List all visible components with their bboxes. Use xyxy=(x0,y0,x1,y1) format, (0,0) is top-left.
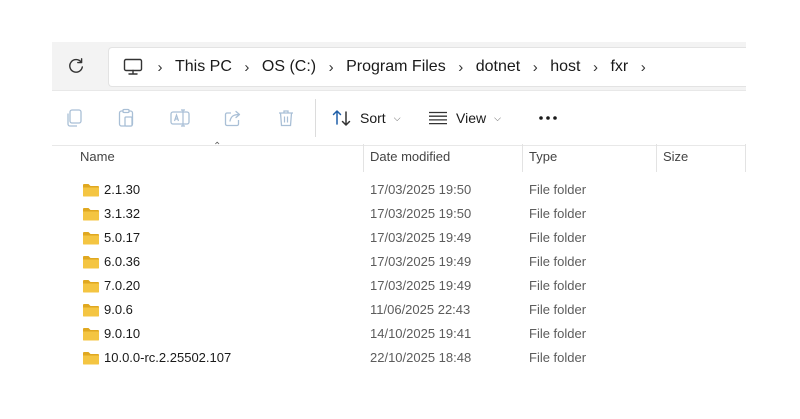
computer-icon[interactable] xyxy=(123,57,145,77)
address-region: › This PC › OS (C:) › Program Files › do… xyxy=(52,42,746,90)
file-date: 14/10/2025 19:41 xyxy=(370,326,472,341)
chevron-down-icon: ⌵ xyxy=(393,112,401,123)
file-name: 9.0.10 xyxy=(104,326,141,341)
file-type: File folder xyxy=(529,326,587,341)
file-list: 2.1.30 17/03/2025 19:50 File folder 3.1.… xyxy=(52,178,746,370)
folder-icon xyxy=(82,207,100,221)
sort-icon xyxy=(332,109,352,127)
file-date: 17/03/2025 19:50 xyxy=(370,182,472,197)
breadcrumb-item-fxr[interactable]: fxr xyxy=(610,58,628,76)
file-name: 5.0.17 xyxy=(104,230,141,245)
file-name: 6.0.36 xyxy=(104,254,141,269)
file-type: File folder xyxy=(529,350,587,365)
view-label: View xyxy=(456,110,487,126)
folder-icon xyxy=(82,351,100,365)
folder-icon xyxy=(82,303,100,317)
column-header-date-modified[interactable]: Date modified xyxy=(370,144,450,172)
file-date: 17/03/2025 19:49 xyxy=(370,230,472,245)
file-row[interactable]: 2.1.30 17/03/2025 19:50 File folder xyxy=(52,178,746,202)
file-name: 9.0.6 xyxy=(104,302,133,317)
folder-icon xyxy=(82,279,100,293)
folder-icon xyxy=(82,255,100,269)
toolbar-divider xyxy=(315,99,316,137)
file-type: File folder xyxy=(529,278,587,293)
breadcrumb-item-dotnet[interactable]: dotnet xyxy=(476,58,520,76)
file-name: 10.0.0-rc.2.25502.107 xyxy=(104,350,232,365)
paste-icon[interactable] xyxy=(114,106,138,130)
file-row[interactable]: 9.0.6 11/06/2025 22:43 File folder xyxy=(52,298,746,322)
more-options-icon[interactable] xyxy=(536,106,560,130)
file-row[interactable]: 5.0.17 17/03/2025 19:49 File folder xyxy=(52,226,746,250)
chevron-right-icon[interactable]: › xyxy=(316,60,346,75)
breadcrumb-item-program-files[interactable]: Program Files xyxy=(346,58,446,76)
column-header-type[interactable]: Type xyxy=(529,144,557,172)
file-date: 17/03/2025 19:49 xyxy=(370,278,472,293)
sort-ascending-icon: ⌃ xyxy=(213,141,222,152)
breadcrumb-item-host[interactable]: host xyxy=(550,58,580,76)
sort-label: Sort xyxy=(360,110,386,126)
file-date: 17/03/2025 19:49 xyxy=(370,254,472,269)
sort-button[interactable]: Sort ⌵ xyxy=(332,106,401,130)
view-list-icon xyxy=(428,111,448,125)
command-bar: Sort ⌵ View ⌵ xyxy=(52,90,746,146)
folder-icon xyxy=(82,327,100,341)
file-name: 3.1.32 xyxy=(104,206,141,221)
column-header-name[interactable]: Name xyxy=(80,144,115,172)
chevron-right-icon[interactable]: › xyxy=(580,60,610,75)
file-type: File folder xyxy=(529,302,587,317)
column-header-size[interactable]: Size xyxy=(663,144,688,172)
file-row[interactable]: 3.1.32 17/03/2025 19:50 File folder xyxy=(52,202,746,226)
chevron-down-icon: ⌵ xyxy=(494,112,501,123)
breadcrumb[interactable]: › This PC › OS (C:) › Program Files › do… xyxy=(108,47,746,87)
file-row[interactable]: 7.0.20 17/03/2025 19:49 File folder xyxy=(52,274,746,298)
refresh-icon[interactable] xyxy=(64,54,88,78)
column-headers: ⌃ Name Date modified Type Size xyxy=(52,141,746,172)
share-icon[interactable] xyxy=(221,106,245,130)
column-divider[interactable] xyxy=(656,144,657,172)
folder-icon xyxy=(82,231,100,245)
file-date: 22/10/2025 18:48 xyxy=(370,350,472,365)
file-type: File folder xyxy=(529,254,587,269)
file-row[interactable]: 9.0.10 14/10/2025 19:41 File folder xyxy=(52,322,746,346)
file-date: 17/03/2025 19:50 xyxy=(370,206,472,221)
file-name: 2.1.30 xyxy=(104,182,141,197)
column-divider[interactable] xyxy=(522,144,523,172)
delete-icon[interactable] xyxy=(274,106,298,130)
chevron-right-icon[interactable]: › xyxy=(628,60,658,75)
chevron-right-icon[interactable]: › xyxy=(145,60,175,75)
breadcrumb-item-os-c[interactable]: OS (C:) xyxy=(262,58,316,76)
copy-icon[interactable] xyxy=(62,106,86,130)
folder-icon xyxy=(82,183,100,197)
file-row[interactable]: 6.0.36 17/03/2025 19:49 File folder xyxy=(52,250,746,274)
view-button[interactable]: View ⌵ xyxy=(428,106,501,130)
chevron-right-icon[interactable]: › xyxy=(520,60,550,75)
column-divider[interactable] xyxy=(745,144,746,172)
breadcrumb-item-this-pc[interactable]: This PC xyxy=(175,58,232,76)
file-name: 7.0.20 xyxy=(104,278,141,293)
chevron-right-icon[interactable]: › xyxy=(446,60,476,75)
file-row[interactable]: 10.0.0-rc.2.25502.107 22/10/2025 18:48 F… xyxy=(52,346,746,370)
rename-icon[interactable] xyxy=(168,106,192,130)
chevron-right-icon[interactable]: › xyxy=(232,60,262,75)
file-date: 11/06/2025 22:43 xyxy=(370,302,471,317)
file-type: File folder xyxy=(529,230,587,245)
file-type: File folder xyxy=(529,206,587,221)
column-divider[interactable] xyxy=(363,144,364,172)
file-type: File folder xyxy=(529,182,587,197)
